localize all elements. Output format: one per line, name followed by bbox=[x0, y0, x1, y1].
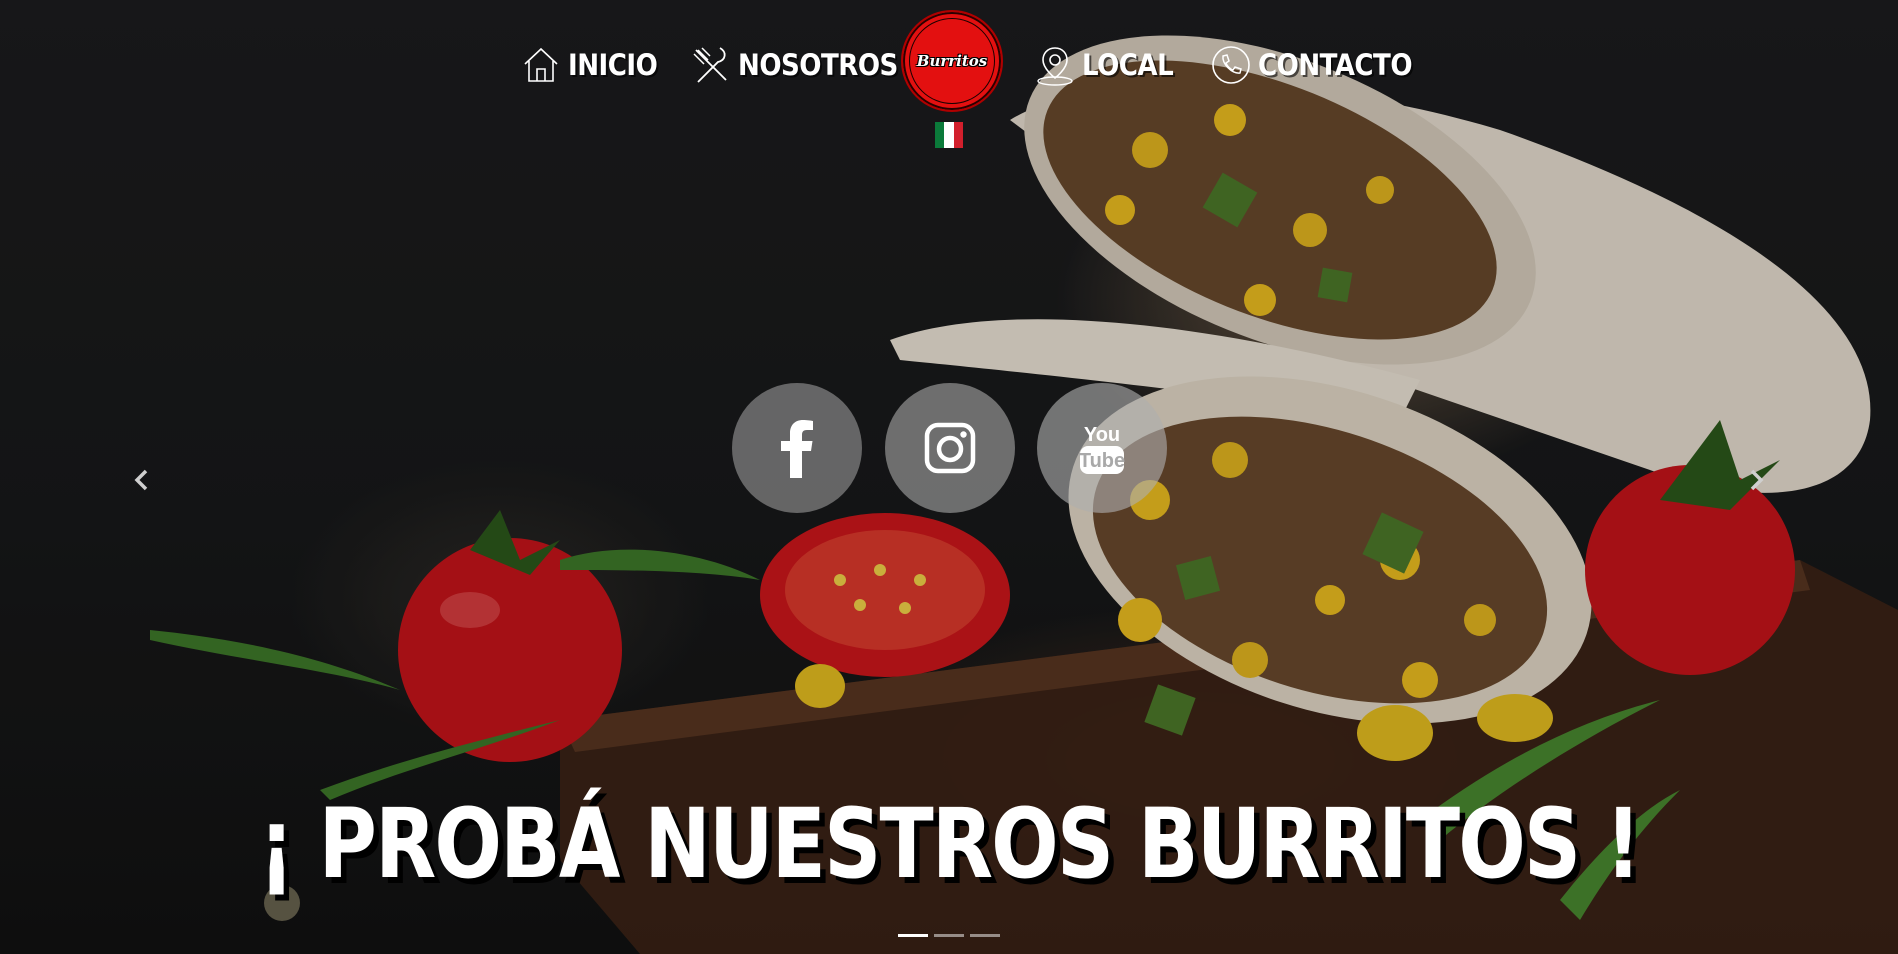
mexico-flag-icon[interactable] bbox=[935, 122, 963, 148]
carousel-next-button[interactable] bbox=[1742, 462, 1772, 498]
hero-carousel: INICIO NOSOTROS Burritos LOCAL CONTACTO … bbox=[0, 0, 1898, 954]
nav-label-nosotros: NOSOTROS bbox=[738, 48, 898, 82]
facebook-icon bbox=[781, 420, 813, 478]
carousel-indicator-2[interactable] bbox=[934, 934, 964, 937]
instagram-button[interactable] bbox=[885, 383, 1015, 513]
nav-label-contacto: CONTACTO bbox=[1258, 48, 1413, 82]
nav-item-contacto[interactable]: CONTACTO bbox=[1210, 40, 1413, 90]
carousel-indicators bbox=[898, 934, 1000, 937]
carousel-indicator-1[interactable] bbox=[898, 934, 928, 937]
youtube-button[interactable]: You Tube bbox=[1037, 383, 1167, 513]
nav-item-inicio[interactable]: INICIO bbox=[520, 40, 658, 90]
carousel-headline: ¡ PROBÁ NUESTROS BURRITOS ! bbox=[258, 788, 1641, 900]
facebook-button[interactable] bbox=[732, 383, 862, 513]
location-pin-icon bbox=[1037, 47, 1073, 86]
logo-text: Burritos bbox=[916, 52, 988, 70]
carousel-prev-button[interactable] bbox=[126, 462, 156, 498]
main-navigation: INICIO NOSOTROS Burritos LOCAL CONTACTO bbox=[0, 10, 1898, 148]
phone-icon bbox=[1212, 46, 1250, 84]
instagram-icon bbox=[924, 422, 976, 474]
youtube-text-bottom: Tube bbox=[1079, 450, 1125, 472]
nav-item-nosotros[interactable]: NOSOTROS bbox=[690, 40, 898, 90]
fork-knife-icon bbox=[693, 47, 727, 83]
nav-label-local: LOCAL bbox=[1082, 48, 1174, 82]
chevron-left-icon bbox=[134, 469, 148, 491]
youtube-text-top: You bbox=[1084, 424, 1120, 446]
youtube-icon: You Tube bbox=[1079, 424, 1125, 474]
carousel-indicator-3[interactable] bbox=[970, 934, 1000, 937]
chevron-right-icon bbox=[1750, 469, 1764, 491]
burritos-logo[interactable]: Burritos bbox=[901, 10, 1003, 112]
home-icon bbox=[524, 47, 558, 82]
nav-item-local[interactable]: LOCAL bbox=[1034, 40, 1174, 90]
nav-label-inicio: INICIO bbox=[568, 48, 658, 82]
